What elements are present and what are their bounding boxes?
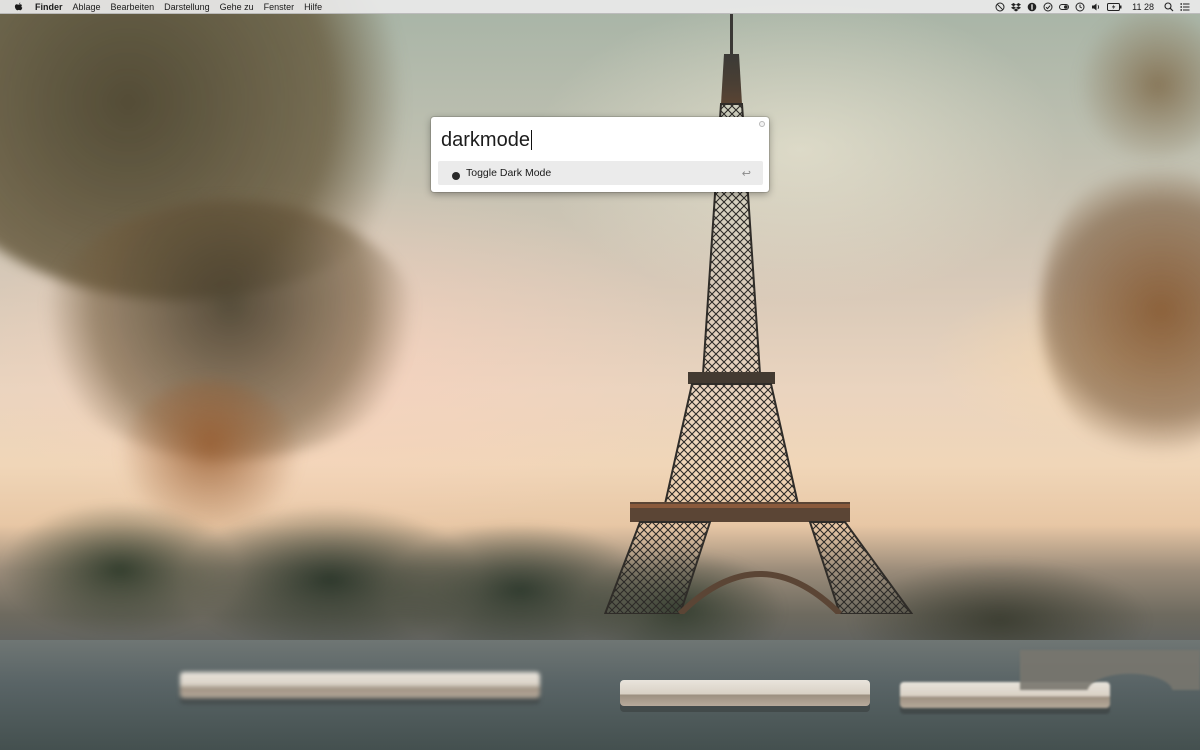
menu-ablage[interactable]: Ablage: [68, 0, 106, 14]
menu-fenster[interactable]: Fenster: [259, 0, 300, 14]
launcher-window: darkmode Toggle Dark Mode ↩: [431, 117, 769, 192]
result-bullet-icon: [452, 172, 460, 180]
launcher-result-item[interactable]: Toggle Dark Mode ↩: [438, 161, 763, 185]
close-icon[interactable]: [759, 121, 765, 127]
wallpaper-boat: [180, 672, 540, 698]
menu-app-finder[interactable]: Finder: [30, 0, 68, 14]
menu-bar-status-area: 11 28: [995, 0, 1200, 14]
wallpaper-foliage: [1040, 160, 1200, 460]
desktop: Finder Ablage Bearbeiten Darstellung Geh…: [0, 0, 1200, 750]
menu-gehe-zu[interactable]: Gehe zu: [215, 0, 259, 14]
wallpaper-boat: [620, 680, 870, 706]
battery-icon[interactable]: [1107, 2, 1122, 12]
eiffel-tower-illustration: [603, 14, 914, 614]
menu-darstellung[interactable]: Darstellung: [159, 0, 215, 14]
1password-icon[interactable]: [1027, 2, 1037, 12]
launcher-search-input[interactable]: darkmode: [441, 127, 532, 153]
toggle-icon[interactable]: [1059, 2, 1070, 12]
menu-bar: Finder Ablage Bearbeiten Darstellung Geh…: [0, 0, 1200, 14]
apple-icon[interactable]: [12, 1, 24, 13]
dropbox-icon[interactable]: [1011, 2, 1022, 12]
text-caret: [530, 130, 532, 150]
launcher-result-title: Toggle Dark Mode: [466, 167, 552, 179]
wallpaper-foliage: [1070, 10, 1200, 160]
spotlight-icon[interactable]: [1164, 1, 1174, 12]
launcher-query-text: darkmode: [441, 129, 530, 151]
do-not-disturb-icon[interactable]: [995, 2, 1005, 12]
wallpaper-bridge: [1020, 650, 1200, 690]
menu-bearbeiten[interactable]: Bearbeiten: [106, 0, 160, 14]
notification-center-icon[interactable]: [1180, 2, 1190, 12]
menu-bar-clock[interactable]: 11 28: [1132, 0, 1154, 14]
sync-icon[interactable]: [1043, 2, 1053, 12]
menu-hilfe[interactable]: Hilfe: [299, 0, 327, 14]
volume-icon[interactable]: [1091, 2, 1101, 12]
return-icon: ↩: [741, 167, 751, 180]
time-machine-icon[interactable]: [1075, 2, 1085, 12]
